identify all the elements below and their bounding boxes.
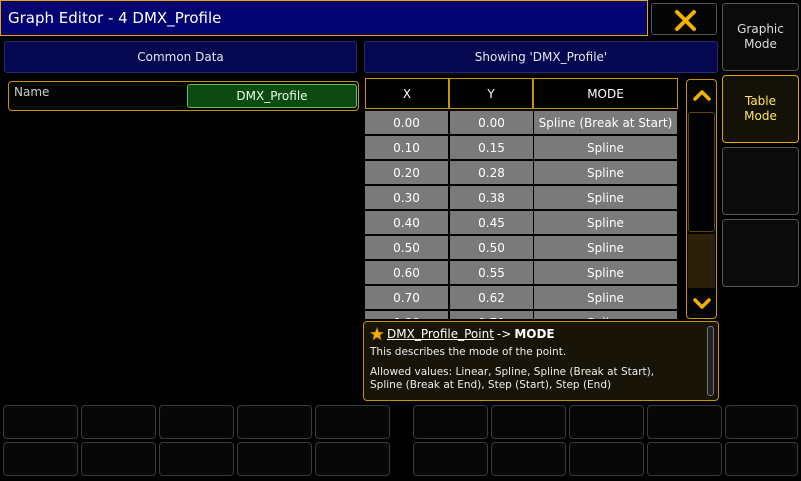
cell-y[interactable]: 0.50: [450, 236, 533, 259]
help-allowed-line-2: Spline (Break at End), Step (Start), Ste…: [370, 379, 612, 391]
cell-x[interactable]: 0.50: [365, 236, 448, 259]
bottom-button[interactable]: [159, 405, 234, 439]
graphic-mode-button[interactable]: Graphic Mode: [722, 3, 799, 71]
star-icon: [370, 327, 384, 341]
cell-mode[interactable]: Spline (Break at Start): [534, 111, 677, 134]
bottom-button[interactable]: [413, 442, 488, 476]
bottom-button[interactable]: [413, 405, 488, 439]
help-scrollbar[interactable]: [707, 326, 714, 396]
help-description: This describes the mode of the point.: [370, 346, 567, 358]
bottom-button[interactable]: [237, 442, 312, 476]
column-header-x[interactable]: X: [365, 78, 449, 109]
cell-mode[interactable]: Spline: [534, 286, 677, 309]
table-mode-label-2: Mode: [744, 109, 777, 123]
bottom-button[interactable]: [491, 442, 566, 476]
common-data-header-label: Common Data: [137, 50, 224, 64]
column-header-mode[interactable]: MODE: [533, 78, 678, 109]
chevron-up-icon: [692, 90, 711, 101]
name-row: Name DMX_Profile: [8, 81, 359, 111]
cell-y[interactable]: 0.38: [450, 186, 533, 209]
bottom-button[interactable]: [81, 405, 156, 439]
bottom-button[interactable]: [647, 442, 722, 476]
bottom-button[interactable]: [725, 442, 798, 476]
cell-x[interactable]: 0.80: [365, 311, 448, 319]
cell-y[interactable]: 0.00: [450, 111, 533, 134]
empty-mode-button-1[interactable]: [722, 147, 799, 215]
cell-mode[interactable]: Spline: [534, 261, 677, 284]
bottom-button[interactable]: [725, 405, 798, 439]
name-label: Name: [14, 85, 50, 99]
bottom-button[interactable]: [3, 442, 78, 476]
bottom-button[interactable]: [237, 405, 312, 439]
cell-x[interactable]: 0.30: [365, 186, 448, 209]
cell-y[interactable]: 0.70: [450, 311, 533, 319]
cell-mode[interactable]: Spline: [534, 186, 677, 209]
window-title: Graph Editor - 4 DMX_Profile: [8, 9, 222, 27]
table-scrollbar[interactable]: [686, 79, 717, 319]
showing-header-label: Showing 'DMX_Profile': [474, 50, 608, 64]
title-bar: Graph Editor - 4 DMX_Profile: [0, 0, 648, 36]
help-object-link[interactable]: DMX_Profile_Point: [387, 327, 494, 341]
cell-x[interactable]: 0.70: [365, 286, 448, 309]
scroll-up-button[interactable]: [688, 81, 715, 109]
cell-y[interactable]: 0.55: [450, 261, 533, 284]
points-table: X Y MODE 0.00 0.00 Spline (Break at Start)…: [364, 78, 679, 319]
bottom-button[interactable]: [315, 442, 390, 476]
showing-header: Showing 'DMX_Profile': [364, 41, 718, 73]
bottom-button[interactable]: [569, 405, 644, 439]
cell-y[interactable]: 0.45: [450, 211, 533, 234]
name-field[interactable]: DMX_Profile: [187, 84, 357, 108]
column-header-y[interactable]: Y: [449, 78, 533, 109]
graphic-mode-label-2: Mode: [744, 37, 777, 51]
common-data-header: Common Data: [4, 41, 357, 73]
cell-x[interactable]: 0.60: [365, 261, 448, 284]
bottom-button[interactable]: [647, 405, 722, 439]
help-allowed-values: Allowed values: Linear, Spline, Spline (…: [370, 366, 700, 392]
cell-x[interactable]: 0.10: [365, 136, 448, 159]
cell-y[interactable]: 0.62: [450, 286, 533, 309]
cell-x[interactable]: 0.00: [365, 111, 448, 134]
scroll-down-button[interactable]: [688, 289, 715, 317]
scroll-thumb[interactable]: [688, 112, 715, 232]
help-property: MODE: [514, 327, 555, 341]
help-allowed-line-1: Allowed values: Linear, Spline, Spline (…: [370, 366, 655, 378]
cell-mode[interactable]: Spline: [534, 136, 677, 159]
cell-y[interactable]: 0.28: [450, 161, 533, 184]
bottom-button[interactable]: [315, 405, 390, 439]
scroll-track[interactable]: [688, 234, 715, 288]
help-panel: DMX_Profile_Point -> MODE This describes…: [363, 321, 719, 401]
cell-mode[interactable]: Spline: [534, 236, 677, 259]
help-title: DMX_Profile_Point -> MODE: [370, 327, 555, 341]
close-icon: [675, 10, 696, 31]
cell-mode[interactable]: Spline: [534, 311, 677, 319]
table-mode-button[interactable]: Table Mode: [722, 75, 799, 143]
bottom-button[interactable]: [569, 442, 644, 476]
table-mode-label-1: Table: [744, 94, 776, 108]
cell-x[interactable]: 0.40: [365, 211, 448, 234]
bottom-button[interactable]: [491, 405, 566, 439]
graphic-mode-label-1: Graphic: [737, 22, 784, 36]
bottom-button[interactable]: [81, 442, 156, 476]
help-arrow: ->: [496, 327, 512, 341]
cell-y[interactable]: 0.15: [450, 136, 533, 159]
bottom-button[interactable]: [159, 442, 234, 476]
empty-mode-button-2[interactable]: [722, 219, 799, 287]
bottom-button[interactable]: [3, 405, 78, 439]
cell-mode[interactable]: Spline: [534, 161, 677, 184]
chevron-down-icon: [692, 298, 711, 309]
cell-x[interactable]: 0.20: [365, 161, 448, 184]
close-button[interactable]: [651, 3, 717, 35]
cell-mode[interactable]: Spline: [534, 211, 677, 234]
